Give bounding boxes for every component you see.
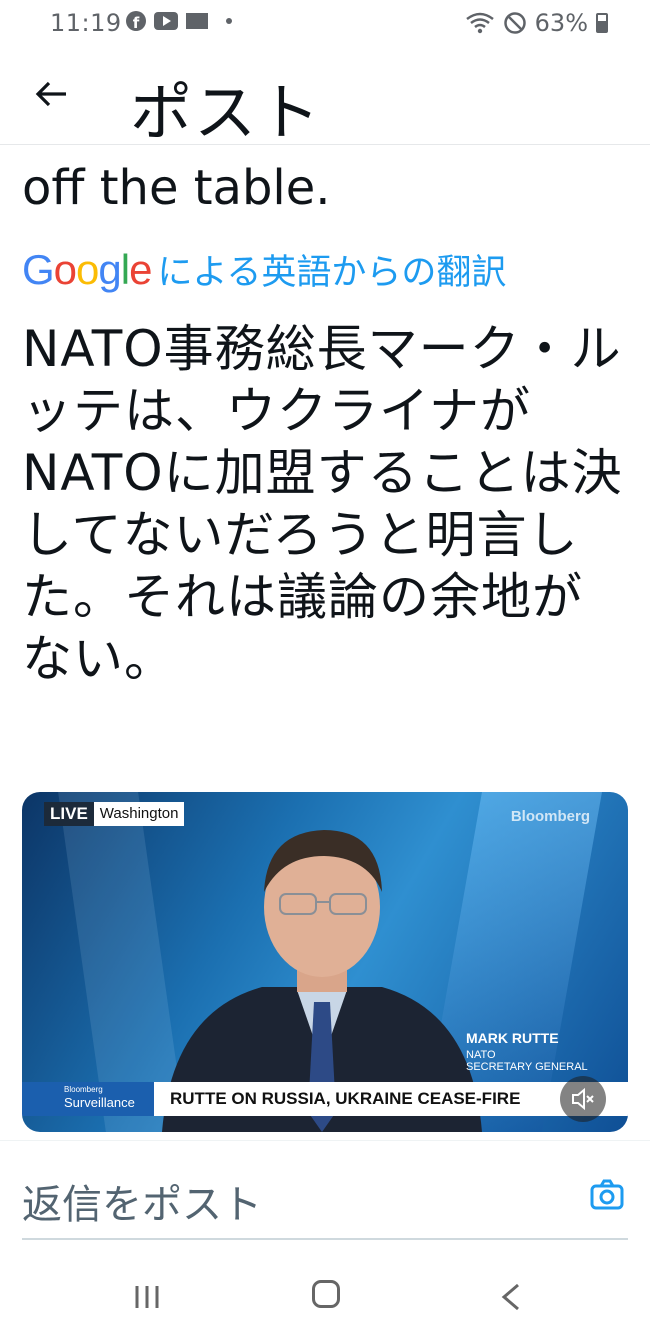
divider — [0, 1140, 650, 1141]
dot-icon — [226, 18, 232, 24]
translated-post-text: NATO事務総長マーク・ルッテは、ウクライナがNATOに加盟することは決してない… — [22, 320, 623, 688]
live-label: LIVE — [44, 802, 94, 826]
reply-input[interactable]: 返信をポスト — [22, 1172, 262, 1230]
camera-icon[interactable] — [588, 1176, 626, 1214]
top-app-bar: ポスト — [0, 52, 650, 149]
reply-composer[interactable]: 返信をポスト — [22, 1158, 628, 1240]
speaker-role: SECRETARY GENERAL — [466, 1061, 588, 1073]
wifi-icon — [465, 12, 494, 34]
headline-text: RUTTE ON RUSSIA, UKRAINE CEASE-FIRE — [170, 1089, 521, 1108]
system-nav-bar — [0, 1260, 650, 1336]
mail-icon — [186, 13, 208, 29]
location-label: Washington — [93, 802, 185, 826]
status-time: 11:19 — [50, 9, 122, 37]
video-player[interactable]: LIVE Washington Bloomberg MARK RUTTE NAT… — [22, 792, 628, 1132]
page-title: ポスト — [130, 76, 323, 149]
google-logo: Google — [22, 245, 152, 293]
do-not-disturb-icon — [503, 12, 526, 34]
mute-button[interactable] — [560, 1076, 606, 1122]
show-brand-name: Surveillance — [64, 1095, 135, 1110]
volume-muted-icon — [572, 1087, 594, 1111]
live-badge: LIVE Washington — [44, 802, 185, 826]
back-icon[interactable] — [500, 1282, 522, 1312]
speaker-name: MARK RUTTE — [466, 1030, 559, 1046]
broadcaster-watermark: Bloomberg — [510, 808, 590, 825]
show-brand: Bloomberg Surveillance — [22, 1082, 154, 1116]
recents-icon[interactable] — [132, 1282, 162, 1312]
system-icons: 63% — [465, 9, 608, 37]
translation-label: による英語からの翻訳 — [157, 253, 507, 293]
speaker-org: NATO — [466, 1049, 496, 1061]
facebook-icon: f — [126, 11, 146, 31]
battery-icon — [596, 13, 608, 33]
notification-icons: f — [126, 11, 232, 31]
show-brand-small: Bloomberg — [64, 1085, 103, 1094]
status-bar: 11:19 f 63% — [0, 0, 650, 46]
battery-percent: 63% — [534, 9, 588, 37]
youtube-icon — [154, 12, 178, 30]
headline-ticker: Bloomberg Surveillance RUTTE ON RUSSIA, … — [22, 1082, 628, 1116]
original-text-tail: off the table. — [22, 160, 331, 216]
arrow-left-icon[interactable] — [34, 76, 70, 112]
translation-attribution[interactable]: Google による英語からの翻訳 — [22, 244, 506, 295]
home-icon[interactable] — [312, 1280, 340, 1308]
